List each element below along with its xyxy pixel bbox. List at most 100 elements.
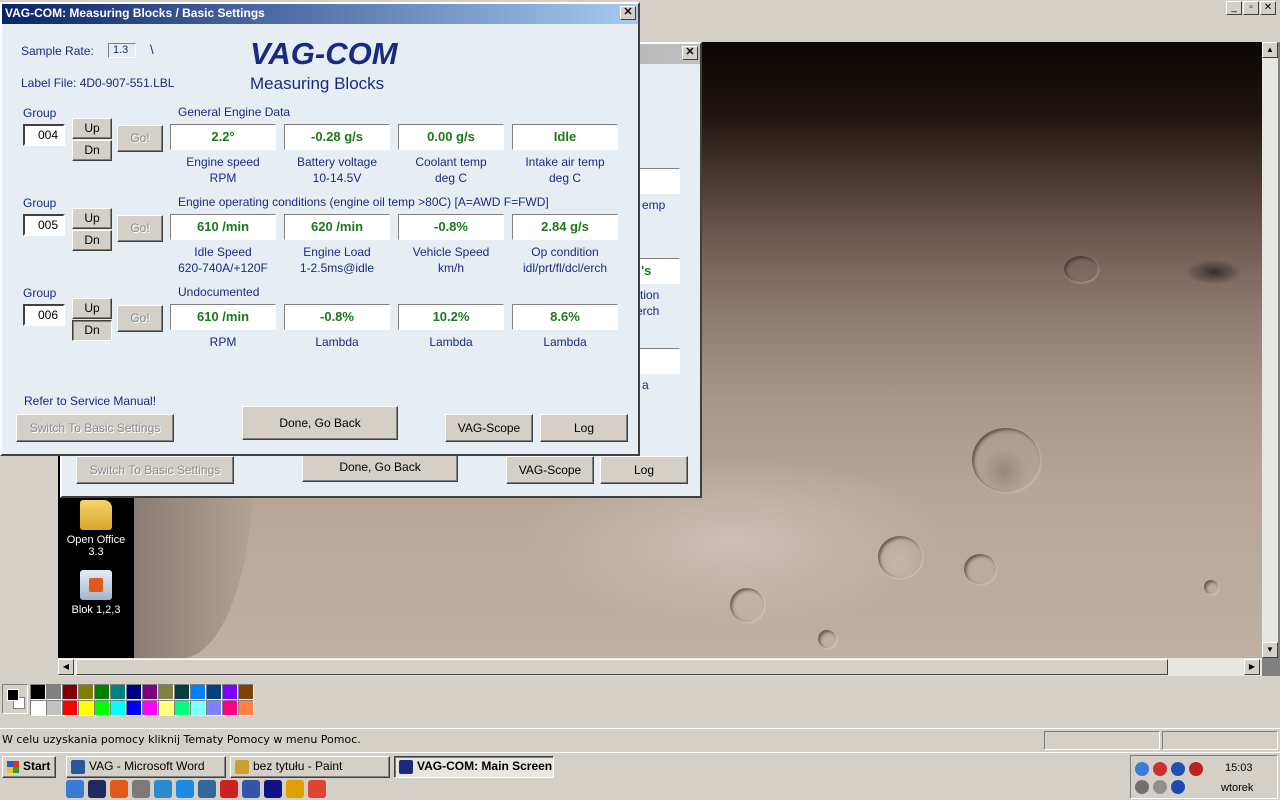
security-icon[interactable] <box>1153 762 1167 776</box>
desktop-icon-blok[interactable]: Blok 1,2,3 <box>58 570 134 616</box>
status-panel-coords <box>1044 731 1160 750</box>
color-swatch[interactable] <box>222 700 238 716</box>
quick-launch-icon[interactable] <box>242 780 260 798</box>
vag-scope-button[interactable]: VAG-Scope <box>506 456 594 484</box>
vag-scope-button[interactable]: VAG-Scope <box>445 414 533 442</box>
color-swatch[interactable] <box>174 684 190 700</box>
close-button[interactable]: ✕ <box>1260 1 1276 15</box>
group-go-button[interactable]: Go! <box>117 305 163 332</box>
window-body: Sample Rate: 1.3 \ Label File: 4D0-907-5… <box>2 24 638 454</box>
group-up-button[interactable]: Up <box>72 118 112 139</box>
log-button[interactable]: Log <box>540 414 628 442</box>
measure-label-name: Coolant temp <box>415 155 487 169</box>
color-swatch[interactable] <box>126 684 142 700</box>
color-swatch[interactable] <box>94 684 110 700</box>
color-swatch[interactable] <box>78 684 94 700</box>
system-tray: 15:03 wtorek <box>1130 755 1278 799</box>
color-swatch[interactable] <box>190 684 206 700</box>
group-go-button[interactable]: Go! <box>117 125 163 152</box>
color-swatch[interactable] <box>238 684 254 700</box>
switch-basic-settings-button[interactable]: Switch To Basic Settings <box>76 456 234 484</box>
color-swatch[interactable] <box>190 700 206 716</box>
taskbar-button-word[interactable]: VAG - Microsoft Word <box>66 756 226 778</box>
minimize-button[interactable]: _ <box>1226 1 1242 15</box>
color-swatch[interactable] <box>142 700 158 716</box>
measure-label: Vehicle Speed km/h <box>395 244 507 276</box>
group-up-button[interactable]: Up <box>72 208 112 229</box>
log-button[interactable]: Log <box>600 456 688 484</box>
color-swatch[interactable] <box>158 700 174 716</box>
color-swatch[interactable] <box>30 700 46 716</box>
color-swatch[interactable] <box>94 700 110 716</box>
measure-value: 2.84 g/s <box>512 214 618 240</box>
color-palette <box>0 676 1280 728</box>
shield-icon[interactable] <box>1171 780 1185 794</box>
quick-launch-icon[interactable] <box>88 780 106 798</box>
restore-button[interactable]: ▫ <box>1243 1 1259 15</box>
network-icon[interactable] <box>1135 762 1149 776</box>
horizontal-scrollbar[interactable]: ◀ ▶ <box>58 658 1262 676</box>
quick-launch-icon[interactable] <box>154 780 172 798</box>
measure-label-name: Engine speed <box>186 155 260 169</box>
color-swatch[interactable] <box>206 684 222 700</box>
close-button[interactable]: ✕ <box>682 46 698 60</box>
group-number-input[interactable]: 004 <box>23 124 65 146</box>
device-icon[interactable] <box>1153 780 1167 794</box>
color-swatch[interactable] <box>110 684 126 700</box>
taskbar-button-paint[interactable]: bez tytułu - Paint <box>230 756 390 778</box>
color-swatch[interactable] <box>78 700 94 716</box>
group-down-button[interactable]: Dn <box>72 320 112 341</box>
scroll-left-button[interactable]: ◀ <box>58 659 74 675</box>
group-down-button[interactable]: Dn <box>72 140 112 161</box>
color-swatch[interactable] <box>222 684 238 700</box>
quick-launch-icon[interactable] <box>264 780 282 798</box>
color-swatch[interactable] <box>238 700 254 716</box>
quick-launch-icon[interactable] <box>220 780 238 798</box>
quick-launch-icon[interactable] <box>308 780 326 798</box>
group-number-input[interactable]: 006 <box>23 304 65 326</box>
scroll-down-button[interactable]: ▼ <box>1262 642 1278 658</box>
measure-value: 8.6% <box>512 304 618 330</box>
taskbar-button-label: VAG - Microsoft Word <box>89 759 205 773</box>
group-go-button[interactable]: Go! <box>117 215 163 242</box>
color-swatch[interactable] <box>126 700 142 716</box>
update-icon[interactable] <box>1171 762 1185 776</box>
color-swatch[interactable] <box>206 700 222 716</box>
quick-launch-icon[interactable] <box>286 780 304 798</box>
start-button[interactable]: Start <box>2 756 56 778</box>
color-swatch[interactable] <box>30 684 46 700</box>
color-swatch[interactable] <box>142 684 158 700</box>
current-colors[interactable] <box>2 684 28 714</box>
connection-icon[interactable] <box>1135 780 1149 794</box>
quick-launch-icon[interactable] <box>110 780 128 798</box>
group-up-button[interactable]: Up <box>72 298 112 319</box>
quick-launch-icon[interactable] <box>176 780 194 798</box>
quick-launch-icon[interactable] <box>66 780 84 798</box>
color-swatch[interactable] <box>46 684 62 700</box>
group-down-button[interactable]: Dn <box>72 230 112 251</box>
quick-launch-icon[interactable] <box>132 780 150 798</box>
scroll-up-button[interactable]: ▲ <box>1262 42 1278 58</box>
antivirus-icon[interactable] <box>1189 762 1203 776</box>
color-swatch[interactable] <box>62 700 78 716</box>
scroll-right-button[interactable]: ▶ <box>1244 659 1260 675</box>
color-swatch[interactable] <box>174 700 190 716</box>
sample-rate-label: Sample Rate: <box>21 44 94 58</box>
quick-launch-icon[interactable] <box>198 780 216 798</box>
switch-basic-settings-button[interactable]: Switch To Basic Settings <box>16 414 174 442</box>
color-swatch[interactable] <box>46 700 62 716</box>
group-number-input[interactable]: 005 <box>23 214 65 236</box>
done-go-back-button[interactable]: Done, Go Back <box>242 406 398 440</box>
color-swatch[interactable] <box>62 684 78 700</box>
close-button[interactable]: ✕ <box>620 6 636 20</box>
measure-label: Intake air temp deg C <box>509 154 621 186</box>
horizontal-scroll-thumb[interactable] <box>76 659 1168 675</box>
group-heading: Engine operating conditions (engine oil … <box>178 195 549 209</box>
color-swatch[interactable] <box>158 684 174 700</box>
desktop-icon-openoffice[interactable]: Open Office 3.3 <box>58 500 134 558</box>
taskbar-button-vagcom[interactable]: VAG-COM: Main Screen <box>394 756 554 778</box>
vertical-scrollbar[interactable]: ▲ ▼ <box>1262 42 1278 658</box>
clock-time[interactable]: 15:03 <box>1225 762 1253 774</box>
color-swatch[interactable] <box>110 700 126 716</box>
done-go-back-button[interactable]: Done, Go Back <box>302 452 458 482</box>
